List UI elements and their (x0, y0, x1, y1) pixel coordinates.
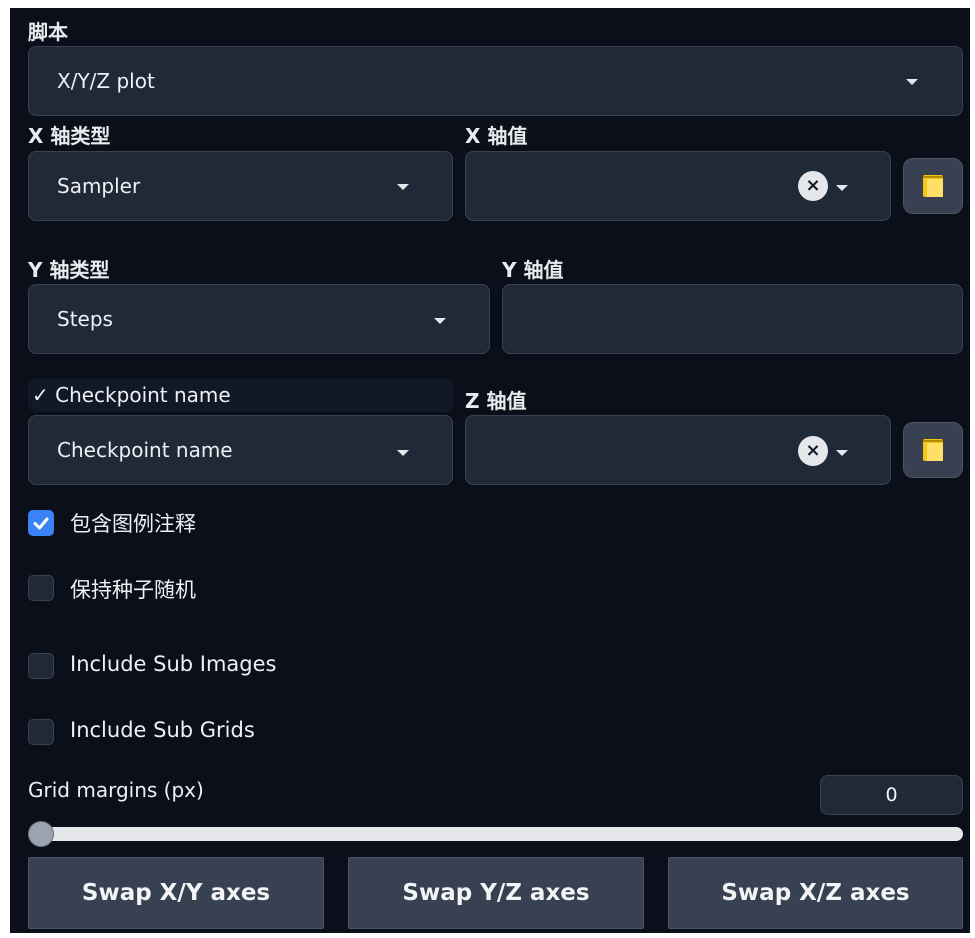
close-icon[interactable]: × (798, 171, 828, 201)
include-sub-images-label: Include Sub Images (70, 652, 277, 676)
y-axis-type-select[interactable]: Steps (28, 284, 490, 354)
chevron-down-icon (434, 318, 446, 324)
x-axis-values-label: X 轴值 (465, 124, 528, 148)
grid-margins-slider-track[interactable] (28, 827, 963, 841)
y-axis-type-label: Y 轴类型 (28, 258, 110, 282)
checkmark-icon (33, 517, 49, 530)
include-legend-checkbox[interactable] (28, 510, 54, 536)
keep-seed-random-label: 保持种子随机 (70, 578, 196, 602)
xyz-plot-panel: 脚本 X/Y/Z plot X 轴类型 Sampler X 轴值 × Y 轴类型… (10, 8, 970, 933)
x-axis-type-value: Sampler (57, 174, 141, 198)
z-axis-option-label: ✓ Checkpoint name (32, 383, 231, 407)
chevron-down-icon (397, 450, 409, 456)
notepad-icon (923, 439, 943, 461)
close-icon[interactable]: × (798, 436, 828, 466)
chevron-down-icon[interactable] (836, 185, 848, 191)
chevron-down-icon[interactable] (836, 450, 848, 456)
script-select-value: X/Y/Z plot (57, 69, 155, 93)
z-axis-type-dropdown-option[interactable]: ✓ Checkpoint name (28, 378, 453, 412)
x-axis-type-select[interactable]: Sampler (28, 151, 453, 221)
include-legend-label: 包含图例注释 (70, 512, 196, 536)
z-axis-type-select[interactable]: Checkpoint name (28, 415, 453, 485)
grid-margins-label: Grid margins (px) (28, 778, 204, 802)
y-axis-type-value: Steps (57, 307, 113, 331)
z-axis-type-value: Checkpoint name (57, 438, 233, 462)
include-sub-grids-label: Include Sub Grids (70, 718, 255, 742)
swap-yz-button[interactable]: Swap Y/Z axes (348, 857, 644, 929)
chevron-down-icon (906, 79, 918, 85)
include-sub-grids-checkbox[interactable] (28, 719, 54, 745)
z-fill-values-button[interactable] (903, 422, 963, 478)
z-axis-values-input[interactable]: × (465, 415, 891, 485)
x-axis-values-input[interactable]: × (465, 151, 891, 221)
x-fill-values-button[interactable] (903, 158, 963, 214)
swap-xz-button[interactable]: Swap X/Z axes (668, 857, 963, 929)
y-axis-values-label: Y 轴值 (502, 258, 564, 282)
grid-margins-slider-thumb[interactable] (28, 821, 54, 847)
chevron-down-icon (397, 184, 409, 190)
include-sub-images-checkbox[interactable] (28, 653, 54, 679)
script-label: 脚本 (28, 20, 68, 44)
z-axis-values-label: Z 轴值 (465, 389, 527, 413)
y-axis-values-input[interactable] (502, 284, 963, 354)
x-axis-type-label: X 轴类型 (28, 124, 111, 148)
swap-xy-button[interactable]: Swap X/Y axes (28, 857, 324, 929)
grid-margins-number-input[interactable]: 0 (820, 775, 963, 815)
script-select[interactable]: X/Y/Z plot (28, 46, 963, 116)
keep-seed-random-checkbox[interactable] (28, 575, 54, 601)
notepad-icon (923, 175, 943, 197)
